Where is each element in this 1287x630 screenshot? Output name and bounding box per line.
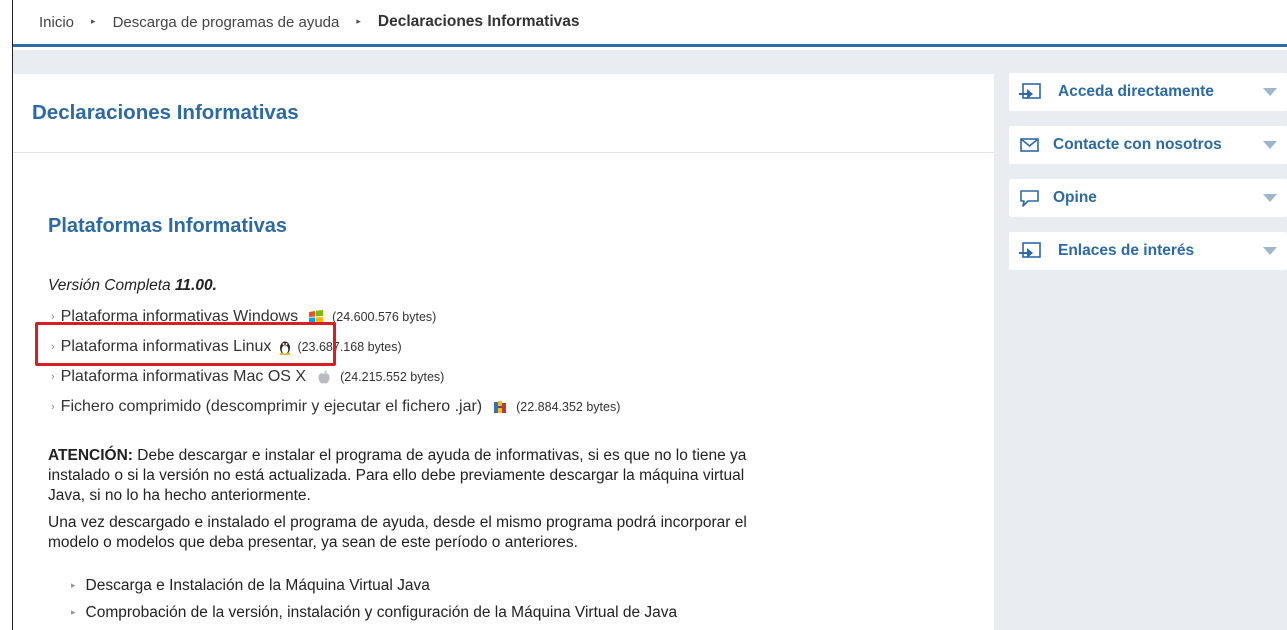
- java-download-link[interactable]: ▸ Descarga e Instalación de la Máquina V…: [71, 572, 677, 599]
- breadcrumb-separator-icon: ▸: [356, 15, 361, 26]
- version-number: 11.00.: [174, 277, 217, 294]
- breadcrumb-separator-icon: ▸: [91, 15, 96, 26]
- download-jar-link[interactable]: › Fichero comprimido (descomprimir y eje…: [51, 394, 620, 420]
- java-check-version-link[interactable]: ▸ Comprobación de la versión, instalació…: [71, 599, 677, 626]
- main-content: Declaraciones Informativas Plataformas I…: [13, 74, 994, 630]
- download-macos-link[interactable]: › Plataforma informativas Mac OS X (24.2…: [51, 364, 620, 390]
- sidebar-item-label: Opine: [1053, 189, 1097, 206]
- envelope-icon: [1020, 138, 1039, 152]
- sidebar-item-acceda-directamente[interactable]: Acceda directamente: [1009, 73, 1287, 111]
- download-label: Plataforma informativas Mac OS X: [60, 368, 307, 385]
- version-line: Versión Completa 11.00.: [48, 277, 217, 295]
- direct-access-icon: [1019, 83, 1041, 99]
- breadcrumb-home[interactable]: Inicio: [39, 14, 74, 31]
- sidebar-item-label: Acceda directamente: [1058, 83, 1214, 100]
- download-size: (22.884.352 bytes): [516, 400, 621, 414]
- chevron-down-icon: [1263, 88, 1277, 96]
- chevron-down-icon: [1263, 247, 1277, 255]
- attention-notice: ATENCIÓN: Debe descargar e instalar el p…: [48, 446, 768, 506]
- sidebar: Acceda directamente Contacte con nosotro…: [1009, 73, 1287, 285]
- highlight-annotation-box: [35, 322, 336, 366]
- sidebar-item-label: Enlaces de interés: [1058, 242, 1195, 259]
- version-prefix: Versión Completa: [48, 277, 175, 294]
- jar-icon: [494, 401, 507, 413]
- bullet-arrow-icon: ›: [51, 401, 55, 413]
- chevron-down-icon: [1263, 194, 1277, 202]
- bullet-arrow-icon: ›: [51, 371, 55, 383]
- attention-text: Debe descargar e instalar el programa de…: [48, 447, 747, 504]
- breadcrumb: Inicio ▸ Descarga de programas de ayuda …: [12, 0, 1287, 47]
- chevron-down-icon: [1263, 141, 1277, 149]
- sidebar-item-contacte[interactable]: Contacte con nosotros: [1009, 126, 1287, 164]
- bullet-arrow-icon: ▸: [71, 580, 76, 590]
- main-header: Declaraciones Informativas: [13, 74, 994, 153]
- attention-label: ATENCIÓN:: [48, 447, 133, 464]
- section-title: Plataformas Informativas: [48, 215, 287, 237]
- sidebar-item-enlaces[interactable]: Enlaces de interés: [1009, 232, 1287, 270]
- apple-icon: [318, 370, 330, 384]
- install-notice: Una vez descargado e instalado el progra…: [48, 514, 747, 551]
- bullet-arrow-icon: ▸: [71, 607, 76, 617]
- sidebar-item-label: Contacte con nosotros: [1053, 136, 1222, 153]
- download-size: (24.215.552 bytes): [340, 370, 445, 384]
- links-icon: [1019, 242, 1041, 258]
- breadcrumb-downloads[interactable]: Descarga de programas de ayuda: [113, 14, 340, 31]
- java-link-label: Comprobación de la versión, instalación …: [85, 603, 678, 621]
- download-size: (24.600.576 bytes): [332, 310, 437, 324]
- download-label: Fichero comprimido (descomprimir y ejecu…: [60, 398, 483, 415]
- java-links-list: ▸ Descarga e Instalación de la Máquina V…: [71, 572, 677, 626]
- java-link-label: Descarga e Instalación de la Máquina Vir…: [85, 576, 430, 594]
- sidebar-item-opine[interactable]: Opine: [1009, 179, 1287, 217]
- speech-bubble-icon: [1020, 190, 1039, 207]
- page-title: Declaraciones Informativas: [32, 101, 299, 124]
- breadcrumb-current: Declaraciones Informativas: [377, 13, 580, 30]
